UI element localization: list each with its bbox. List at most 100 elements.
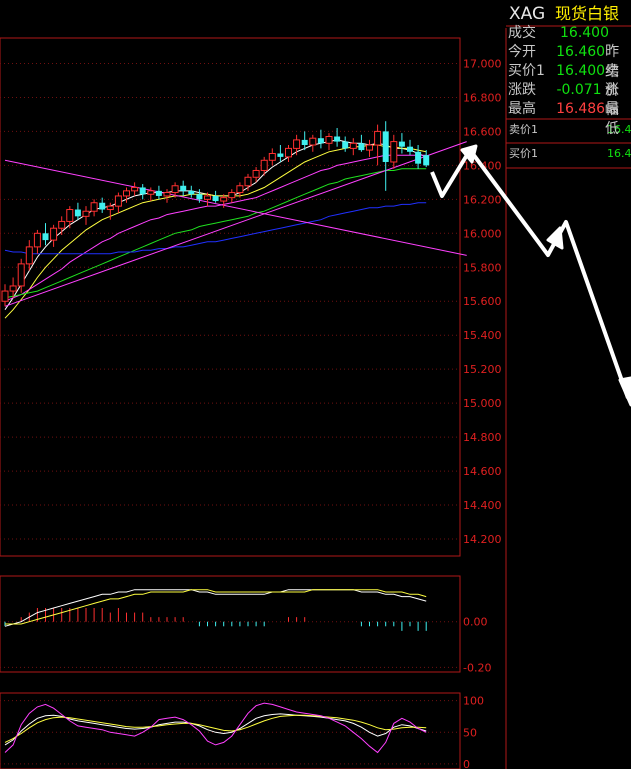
candle (66, 206, 74, 229)
price-tick-label: 15.400 (463, 329, 502, 342)
candle-body (42, 233, 49, 241)
candle (317, 129, 324, 149)
candle-body (325, 136, 333, 144)
candle-body (382, 131, 389, 162)
candle-body (390, 141, 398, 163)
candle-body (423, 155, 430, 166)
quote-extra: 涨幅 (604, 82, 619, 118)
arrow-head-3 (618, 376, 631, 407)
candle (349, 138, 357, 156)
price-tick-label: 14.200 (463, 533, 502, 546)
candle (342, 136, 349, 152)
macd-lines (4, 589, 427, 627)
candle (228, 189, 236, 203)
candle-body (309, 137, 317, 146)
candle-body (358, 143, 365, 151)
quote-value: 16.400 (556, 63, 606, 79)
quote-value: 16.486 (556, 101, 606, 117)
ma-line-magenta (4, 154, 427, 302)
candle-body (277, 153, 284, 157)
quote-extra: 卖价 (605, 63, 620, 99)
candle (114, 192, 122, 213)
candle (212, 190, 219, 203)
price-tick-label: 16.600 (463, 125, 502, 138)
candle (285, 144, 292, 162)
candle (268, 148, 276, 166)
candle (334, 128, 341, 147)
price-grid (0, 62, 460, 540)
candle (139, 184, 146, 200)
trendline (4, 159, 467, 256)
candle (99, 197, 106, 213)
quote-value: 16.460 (556, 44, 606, 60)
candle-body (171, 185, 179, 194)
quote-extra: 最低 (605, 101, 620, 137)
candle-body (180, 185, 187, 191)
candle (423, 150, 430, 168)
macd-line-dea (5, 589, 427, 625)
candle-body (155, 190, 162, 196)
candle-body (415, 151, 422, 164)
trendlines (4, 141, 467, 307)
candle-body (342, 141, 349, 149)
candle (293, 134, 301, 156)
candle-body (204, 195, 211, 200)
price-panel-frame (0, 37, 461, 557)
macd-histogram (4, 608, 427, 631)
price-tick-label: 14.800 (463, 431, 502, 444)
kdj-tick-label: 100 (463, 695, 484, 708)
candle (374, 124, 382, 166)
quote-label: 成交 (508, 25, 536, 41)
candle (277, 144, 284, 162)
candle-body (58, 220, 66, 229)
kdj-panel[interactable]: 100 50 0 (0, 692, 484, 769)
candle (163, 189, 171, 203)
macd-grid (0, 621, 460, 668)
candle (188, 185, 195, 198)
candle (58, 216, 66, 236)
candle (382, 121, 389, 191)
candle (33, 229, 41, 254)
candle-body (407, 146, 413, 152)
price-tick-label: 17.000 (463, 57, 502, 70)
candle-body (374, 130, 382, 146)
price-tick-label: 16.800 (463, 91, 502, 104)
trendline (4, 141, 467, 307)
macd-line-dif (4, 589, 427, 627)
candle (325, 133, 333, 151)
candle-body (25, 246, 33, 265)
price-tick-label: 14.600 (463, 465, 502, 478)
kdj-tick-label: 50 (463, 726, 477, 739)
quote-row: 今开 16.460 昨结 (506, 42, 631, 80)
candle-body (139, 187, 146, 195)
candle-body (349, 142, 357, 149)
candle (309, 134, 317, 152)
quote-value: -0.071 (556, 82, 602, 98)
quote-row: 买价1 16.400 卖价 (506, 61, 631, 99)
candle-body (131, 186, 139, 192)
candle (42, 223, 49, 246)
macd-panel[interactable]: 0.00 -0.20 (0, 575, 491, 675)
candle-body (50, 227, 58, 241)
quote-label: 最高 (508, 101, 536, 117)
kdj-lines (4, 702, 427, 754)
price-tick-label: 15.600 (463, 295, 502, 308)
annotation-arrows (430, 144, 631, 407)
price-tick-label: 15.000 (463, 397, 502, 410)
candle-body (82, 210, 90, 217)
candle (25, 240, 33, 271)
candle-body (252, 169, 260, 178)
price-axis-ticks: 17.00016.80016.60016.40016.20016.00015.8… (463, 57, 502, 546)
quote-value: 16.400 (560, 25, 609, 41)
macd-axis-ticks: 0.00 -0.20 (463, 616, 491, 675)
kdj-axis-ticks: 100 50 0 (463, 695, 484, 769)
candle-body (99, 202, 106, 210)
candle (50, 224, 58, 247)
price-panel[interactable]: 17.00016.80016.60016.40016.20016.00015.8… (0, 37, 502, 557)
candle (1, 284, 9, 307)
candle-body (260, 159, 268, 171)
candle-body (33, 232, 41, 248)
candle (131, 182, 139, 196)
candle (358, 134, 365, 152)
candle-body (17, 263, 25, 287)
